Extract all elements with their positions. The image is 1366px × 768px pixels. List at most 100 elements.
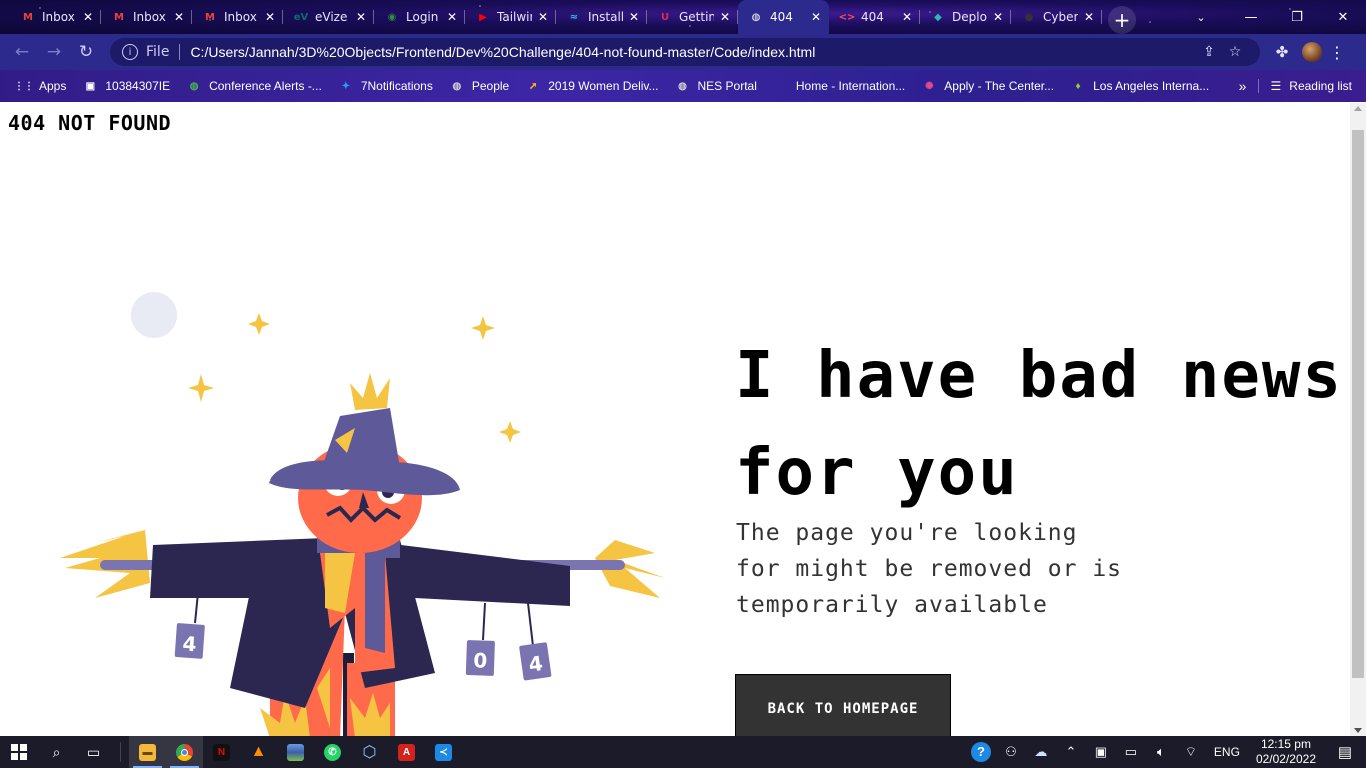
- hat-straw: [350, 373, 390, 410]
- can-right: 4: [519, 642, 552, 681]
- browser-tab[interactable]: ◉ Login ✕: [374, 0, 465, 34]
- tab-search-chevron-icon[interactable]: ⌄: [1186, 0, 1216, 34]
- browser-tab[interactable]: U Getting ✕: [647, 0, 738, 34]
- browser-tab[interactable]: ◍ 404 ✕: [738, 0, 829, 34]
- close-tab-icon[interactable]: ✕: [811, 10, 821, 24]
- new-tab-button[interactable]: +: [1108, 6, 1136, 34]
- browser-tab[interactable]: ≈ Install ✕: [556, 0, 647, 34]
- browser-tab[interactable]: M Inbox ✕: [101, 0, 192, 34]
- close-tab-icon[interactable]: ✕: [538, 10, 548, 24]
- clock[interactable]: 12:15 pm 02/02/2022: [1248, 737, 1324, 767]
- tab-strip: M Inbox ✕ M Inbox ✕ M Inbox ✕ eV eVize ✕ ◉ Login ✕ ▶ Tai…: [0, 0, 1366, 34]
- browser-tab[interactable]: eV eVize ✕: [283, 0, 374, 34]
- site-info-icon[interactable]: i: [122, 44, 138, 60]
- tab-title: 404: [861, 10, 884, 24]
- can-middle: 0: [465, 640, 495, 676]
- page-subtext: The page you're looking for might be rem…: [736, 520, 1123, 618]
- browser-tab[interactable]: M Inbox ✕: [10, 0, 101, 34]
- url-text[interactable]: C:/Users/Jannah/3D%20Objects/Frontend/De…: [190, 44, 1196, 60]
- bookmark-item[interactable]: ✺ Apply - The Center...: [913, 72, 1062, 100]
- page-scrollbar[interactable]: [1350, 103, 1366, 736]
- gmail-icon: M: [205, 11, 215, 23]
- browser-tab[interactable]: ◆ Deploy ✕: [920, 0, 1011, 34]
- bookmark-item[interactable]: ✦ 7Notifications: [330, 72, 441, 100]
- volume-icon[interactable]: 🔈︎: [1146, 744, 1176, 760]
- vscode-icon[interactable]: ≺: [425, 736, 462, 768]
- can-left: 4: [174, 623, 205, 659]
- scroll-up-icon[interactable]: [1354, 106, 1362, 111]
- file-explorer-icon[interactable]: ▬: [129, 736, 166, 768]
- bookmark-item[interactable]: ♦ Los Angeles Interna...: [1062, 72, 1217, 100]
- acrobat-icon[interactable]: A: [388, 736, 425, 768]
- browser-tab[interactable]: <> 404 ✕: [829, 0, 920, 34]
- address-bar[interactable]: i File C:/Users/Jannah/3D%20Objects/Fron…: [110, 38, 1260, 66]
- bookmark-item[interactable]: ◍ People: [441, 72, 517, 100]
- winrar-icon[interactable]: [277, 736, 314, 768]
- globe-icon: ◍: [751, 11, 761, 23]
- bookmark-item[interactable]: ⋮⋮ Apps: [8, 72, 74, 100]
- close-window-icon[interactable]: ✕: [1320, 0, 1366, 34]
- forward-arrow-icon[interactable]: →: [38, 36, 70, 68]
- chrome-icon[interactable]: [166, 736, 203, 768]
- search-icon[interactable]: ⌕: [38, 736, 75, 768]
- close-tab-icon[interactable]: ✕: [447, 10, 457, 24]
- language-indicator[interactable]: ENG: [1206, 745, 1248, 759]
- extensions-puzzle-icon[interactable]: ✤: [1266, 43, 1298, 61]
- bookmark-star-icon[interactable]: ☆: [1222, 44, 1248, 60]
- show-hidden-icons-chevron[interactable]: ⌃: [1056, 744, 1086, 760]
- minimize-icon[interactable]: —: [1228, 0, 1274, 34]
- browser-tab[interactable]: M Inbox ✕: [192, 0, 283, 34]
- sparkle: [471, 316, 495, 340]
- close-tab-icon[interactable]: ✕: [83, 10, 93, 24]
- browser-tab[interactable]: ▶ Tailwind ✕: [465, 0, 556, 34]
- battery-icon[interactable]: ▭: [1116, 744, 1146, 760]
- tab-title: Inbox: [224, 10, 257, 24]
- bookmark-label: 2019 Women Deliv...: [548, 79, 659, 93]
- bookmark-item[interactable]: Home - Internation...: [765, 72, 913, 100]
- bookmark-item[interactable]: ➚ 2019 Women Deliv...: [517, 72, 666, 100]
- whatsapp-icon[interactable]: ✆: [314, 736, 351, 768]
- back-to-homepage-button[interactable]: BACK TO HOMEPAGE: [735, 674, 951, 736]
- gmail-icon: M: [114, 11, 124, 23]
- scroll-down-icon[interactable]: [1354, 728, 1362, 733]
- close-tab-icon[interactable]: ✕: [174, 10, 184, 24]
- bookmark-item[interactable]: ◍ Conference Alerts -...: [178, 72, 330, 100]
- task-view-icon[interactable]: ▭: [75, 736, 112, 768]
- bookmark-label: Los Angeles Interna...: [1093, 79, 1210, 93]
- close-tab-icon[interactable]: ✕: [629, 10, 639, 24]
- sparkle: [499, 421, 521, 443]
- back-arrow-icon[interactable]: ←: [6, 36, 38, 68]
- close-tab-icon[interactable]: ✕: [902, 10, 912, 24]
- restore-icon[interactable]: ❐: [1274, 0, 1320, 34]
- wifi-icon[interactable]: ⌔: [1176, 744, 1206, 760]
- profile-avatar[interactable]: [1302, 42, 1322, 62]
- people-icon[interactable]: ⚇: [996, 744, 1026, 760]
- bookmark-item[interactable]: ◍ NES Portal: [667, 72, 765, 100]
- bookmark-label: NES Portal: [697, 79, 757, 93]
- close-tab-icon[interactable]: ✕: [265, 10, 275, 24]
- reload-icon[interactable]: ↻: [70, 36, 102, 68]
- share-icon[interactable]: ⇪: [1196, 44, 1222, 60]
- onedrive-cloud-icon[interactable]: ☁: [1026, 744, 1056, 760]
- browser-tab[interactable]: ● Cyber ✕: [1011, 0, 1102, 34]
- close-tab-icon[interactable]: ✕: [993, 10, 1003, 24]
- bookmarks-more-chevron-icon[interactable]: »: [1228, 78, 1258, 94]
- center-icon: ✺: [925, 80, 934, 92]
- notifications-icon[interactable]: ▤: [1324, 743, 1366, 761]
- 3d-viewer-icon[interactable]: ⬡: [351, 736, 388, 768]
- close-tab-icon[interactable]: ✕: [356, 10, 366, 24]
- netflix-icon[interactable]: N: [203, 736, 240, 768]
- scrollbar-thumb[interactable]: [1352, 130, 1364, 678]
- vlc-icon[interactable]: ▲: [240, 736, 277, 768]
- page-headline: I have bad news for you: [735, 339, 1343, 510]
- close-tab-icon[interactable]: ✕: [1084, 10, 1094, 24]
- close-tab-icon[interactable]: ✕: [720, 10, 730, 24]
- reading-list-button[interactable]: ☰ Reading list: [1257, 79, 1366, 93]
- bookmark-item[interactable]: ▣ 10384307IE: [74, 72, 178, 100]
- windows-start-icon[interactable]: [0, 736, 38, 768]
- tray-app-icon[interactable]: ▣: [1086, 744, 1116, 760]
- scarecrow-illustration: 4 0 4: [60, 292, 665, 736]
- shield-icon: ♦: [1075, 80, 1081, 92]
- help-icon[interactable]: ?: [966, 742, 996, 762]
- menu-kebab-icon[interactable]: ⋮: [1322, 43, 1352, 62]
